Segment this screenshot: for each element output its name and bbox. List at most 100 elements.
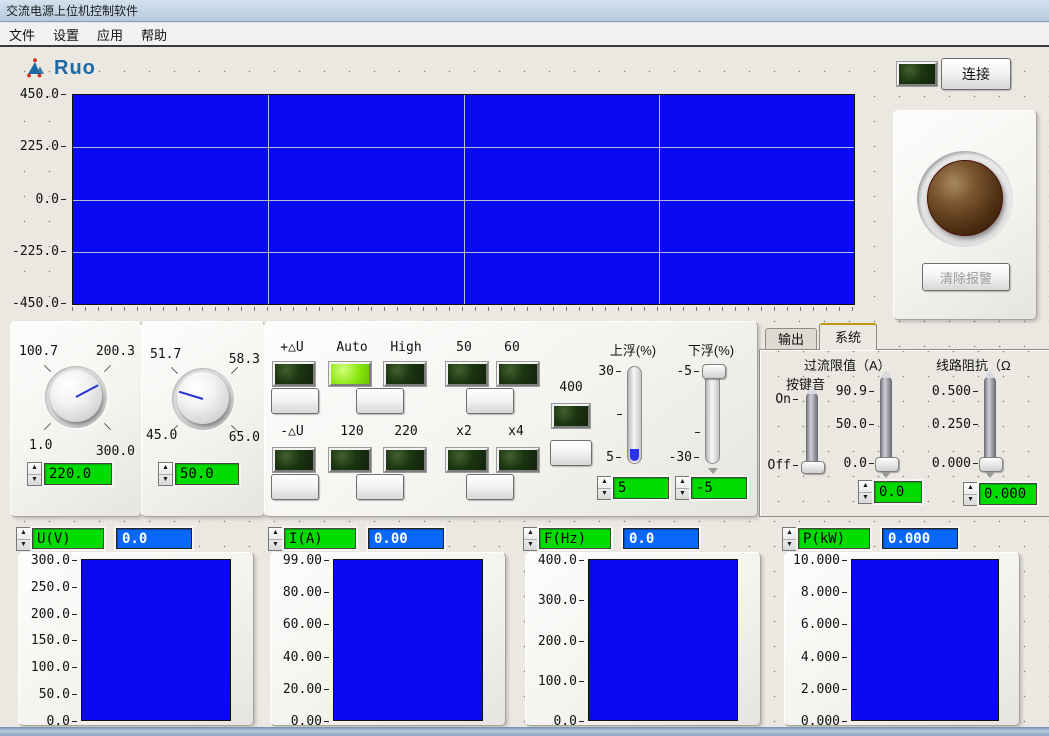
y-axis-tick: 20.00: [283, 682, 329, 697]
meter-channel-spinner[interactable]: ▲▼: [782, 527, 797, 551]
slider-bottom-marker: [881, 472, 891, 478]
spinner-up-icon[interactable]: ▲: [269, 528, 282, 540]
spinner-down-icon[interactable]: ▼: [28, 475, 41, 486]
knob-tick-mark: [104, 423, 111, 430]
tab-system[interactable]: 系统: [819, 323, 877, 350]
spinner-up-icon[interactable]: ▲: [17, 528, 30, 540]
over-current-slider[interactable]: [880, 376, 892, 468]
main-chart-x-ticks: [72, 307, 855, 311]
key-sound-slider-cap: [806, 386, 818, 394]
float-up-spinner[interactable]: ▲▼: [597, 476, 612, 500]
tab-system-label: 系统: [835, 330, 861, 345]
frequency-spinner[interactable]: ▲▼: [158, 462, 173, 486]
menu-help[interactable]: 帮助: [132, 25, 176, 44]
meter-panel-voltage: ▲▼ U(V) 0.0 300.0 250.0 200.0 150.0 100.…: [10, 520, 258, 727]
main-chart-y-axis: 450.0 225.0 0.0 -225.0 -450.0: [4, 87, 66, 311]
key-sound-slider-thumb[interactable]: [801, 461, 825, 474]
meter-channel-spinner[interactable]: ▲▼: [16, 527, 31, 551]
meter-panel-frequency: ▲▼ F(Hz) 0.0 400.0 300.0 200.0 100.0 0.0: [517, 520, 765, 727]
y-axis-tick: 250.0: [31, 580, 77, 595]
spinner-up-icon[interactable]: ▲: [783, 528, 796, 540]
key-sound-slider[interactable]: [806, 392, 818, 474]
meter-value-display: 0.0: [623, 528, 699, 549]
y-axis-tick: 0.0: [36, 192, 66, 207]
spinner-down-icon[interactable]: ▼: [964, 495, 977, 506]
over-current-value-field[interactable]: 0.0: [874, 481, 922, 503]
meter-name-field[interactable]: F(Hz): [539, 528, 611, 549]
voltage-spinner[interactable]: ▲▼: [27, 462, 42, 486]
voltage-knob[interactable]: [45, 366, 107, 428]
menu-file[interactable]: 文件: [0, 25, 44, 44]
v120-220-toggle-button[interactable]: [356, 474, 404, 500]
menu-application[interactable]: 应用: [88, 25, 132, 44]
float-down-spinner[interactable]: ▲▼: [675, 476, 690, 500]
v400-led: [552, 404, 590, 428]
spinner-up-icon[interactable]: ▲: [964, 483, 977, 495]
hz50-60-toggle-button[interactable]: [466, 388, 514, 414]
meter-name-field[interactable]: P(kW): [798, 528, 870, 549]
knob-tick-mark: [231, 367, 238, 374]
window-titlebar: 交流电源上位机控制软件: [0, 0, 1049, 22]
meter-panel-power: ▲▼ P(kW) 0.000 10.000 8.000 6.000 4.000 …: [776, 520, 1024, 727]
spinner-down-icon[interactable]: ▼: [159, 475, 172, 486]
spinner-down-icon[interactable]: ▼: [859, 493, 872, 504]
spinner-down-icon[interactable]: ▼: [598, 489, 611, 500]
connect-button[interactable]: 连接: [941, 58, 1011, 90]
knob-tick-mark: [171, 367, 178, 374]
v120-label: 120: [327, 424, 377, 439]
application-window: 交流电源上位机控制软件 文件 设置 应用 帮助 Ruo 连接 450.0 225…: [0, 0, 1049, 736]
spinner-down-icon[interactable]: ▼: [676, 489, 689, 500]
spinner-down-icon[interactable]: ▼: [524, 540, 537, 551]
alarm-indicator-light: [927, 160, 1003, 236]
frequency-knob-face[interactable]: [177, 372, 229, 424]
meter-plot: [851, 559, 999, 721]
du-minus-led: [273, 448, 315, 472]
tab-output[interactable]: 输出: [765, 328, 817, 350]
voltage-setpoint-field[interactable]: 220.0: [44, 463, 112, 485]
x2-x4-toggle-button[interactable]: [466, 474, 514, 500]
over-current-spinner[interactable]: ▲▼: [858, 480, 873, 504]
meter-channel-spinner[interactable]: ▲▼: [523, 527, 538, 551]
y-axis-tick: 150.0: [31, 633, 77, 648]
gridline: [659, 95, 660, 304]
high-label: High: [381, 340, 431, 355]
float-up-slider-fill[interactable]: [630, 449, 639, 461]
menu-settings[interactable]: 设置: [44, 25, 88, 44]
float-up-value-field[interactable]: 5: [613, 477, 669, 499]
float-down-slider-thumb[interactable]: [702, 364, 726, 379]
over-current-slider-thumb[interactable]: [875, 457, 899, 472]
du-minus-label: -△U: [267, 424, 317, 439]
frequency-scale-label: 65.0: [229, 430, 260, 445]
frequency-setpoint-field[interactable]: 50.0: [175, 463, 239, 485]
line-impedance-spinner[interactable]: ▲▼: [963, 482, 978, 506]
spinner-up-icon[interactable]: ▲: [598, 477, 611, 489]
meter-name-field[interactable]: U(V): [32, 528, 104, 549]
auto-high-toggle-button[interactable]: [356, 388, 404, 414]
voltage-knob-face[interactable]: [50, 370, 102, 422]
spinner-up-icon[interactable]: ▲: [28, 463, 41, 475]
du-plus-button[interactable]: [271, 388, 319, 414]
frequency-knob[interactable]: [172, 368, 234, 430]
line-impedance-slider-thumb[interactable]: [979, 457, 1003, 472]
tab-output-label: 输出: [778, 332, 804, 347]
hz60-label: 60: [487, 340, 537, 355]
tab-system-page: 过流限值（A） 线路阻抗（Ω 按键音 On Off 90.9 50.0 0.0 …: [759, 349, 1049, 517]
line-impedance-slider[interactable]: [984, 376, 996, 468]
du-minus-button[interactable]: [271, 474, 319, 500]
spinner-down-icon[interactable]: ▼: [269, 540, 282, 551]
float-down-tick-bottom: -30: [659, 450, 699, 465]
spinner-up-icon[interactable]: ▲: [524, 528, 537, 540]
float-up-tick-bottom: 5: [581, 450, 621, 465]
line-impedance-value-field[interactable]: 0.000: [979, 483, 1037, 505]
float-down-slider[interactable]: [705, 366, 720, 464]
spinner-down-icon[interactable]: ▼: [783, 540, 796, 551]
spinner-down-icon[interactable]: ▼: [17, 540, 30, 551]
spinner-up-icon[interactable]: ▲: [676, 477, 689, 489]
spinner-up-icon[interactable]: ▲: [159, 463, 172, 475]
meter-channel-spinner[interactable]: ▲▼: [268, 527, 283, 551]
spinner-up-icon[interactable]: ▲: [859, 481, 872, 493]
meter-name-field[interactable]: I(A): [284, 528, 356, 549]
float-up-slider[interactable]: [627, 366, 642, 464]
float-down-value-field[interactable]: -5: [691, 477, 747, 499]
clear-alarm-button[interactable]: 清除报警: [922, 263, 1010, 291]
